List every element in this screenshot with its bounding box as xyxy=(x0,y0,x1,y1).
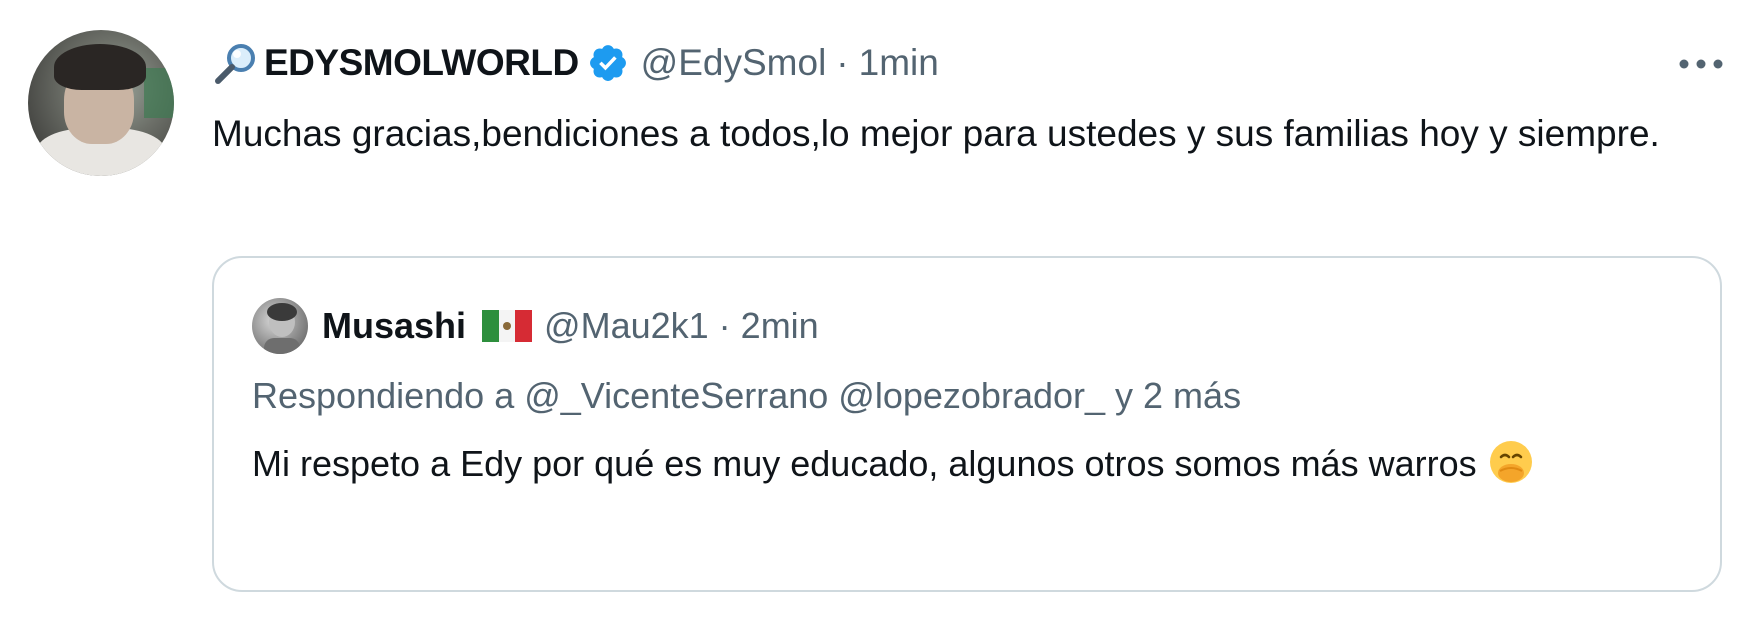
mexico-flag-icon xyxy=(482,308,533,344)
more-options-icon[interactable] xyxy=(1676,44,1726,84)
avatar[interactable] xyxy=(28,30,174,176)
separator-dot: · xyxy=(718,305,731,346)
replying-to-line: Respondiendo a @_VicenteSerrano @lopezob… xyxy=(252,368,1241,424)
replying-prefix: Respondiendo a xyxy=(252,375,515,416)
separator-dot: · xyxy=(836,42,849,83)
quoted-tweet[interactable]: Musashi @Mau2k1 · 2min Respondiendo a @_… xyxy=(212,256,1722,592)
replying-suffix: y 2 más xyxy=(1115,375,1242,416)
tweet-text: Muchas gracias,bendiciones a todos,lo me… xyxy=(212,113,1660,154)
quoted-text-body: Mi respeto a Edy por qué es muy educado,… xyxy=(252,443,1477,484)
quoted-display-name[interactable]: Musashi xyxy=(322,305,466,347)
replying-mentions[interactable]: @_VicenteSerrano @lopezobrador_ xyxy=(524,375,1105,416)
quoted-text: Mi respeto a Edy por qué es muy educado,… xyxy=(252,432,1672,496)
verified-badge-icon xyxy=(587,42,629,84)
face-with-hand-over-mouth-emoji xyxy=(1487,438,1535,486)
quoted-header: Musashi @Mau2k1 · 2min xyxy=(322,298,819,354)
quoted-timestamp[interactable]: 2min xyxy=(741,305,819,347)
timestamp[interactable]: 1min xyxy=(859,42,939,84)
magnifying-glass-icon xyxy=(212,41,260,85)
quoted-avatar[interactable] xyxy=(252,298,308,354)
quoted-handle[interactable]: @Mau2k1 xyxy=(544,305,709,347)
tweet: EDYSMOLWORLD @EdySmol · 1min Muchas grac… xyxy=(0,0,1758,620)
display-name[interactable]: EDYSMOLWORLD xyxy=(264,42,579,84)
user-handle[interactable]: @EdySmol xyxy=(641,42,827,84)
tweet-header: EDYSMOLWORLD @EdySmol · 1min xyxy=(212,38,939,88)
